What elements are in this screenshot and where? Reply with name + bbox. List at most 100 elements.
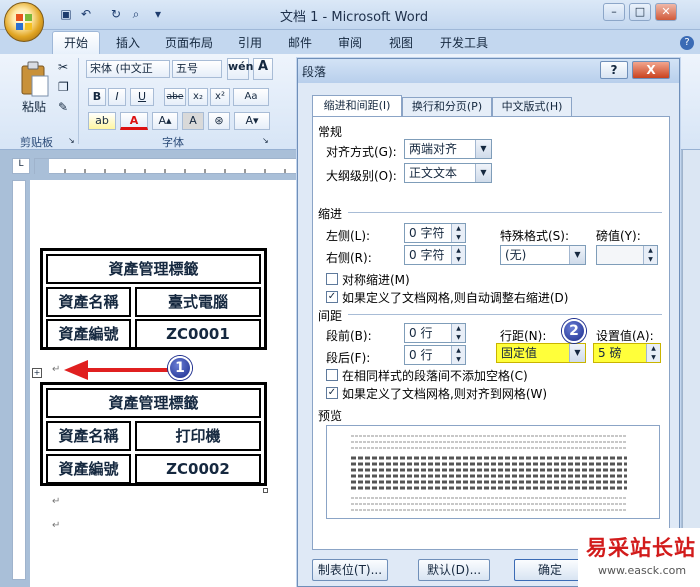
general-section-label: 常规 — [318, 125, 343, 139]
tab-line-page-breaks[interactable]: 换行和分页(P) — [402, 97, 492, 117]
spinner-arrows-icon[interactable]: ▲ ▼ — [643, 246, 657, 264]
clipboard-group-label: 剪贴板 — [20, 136, 53, 149]
tab-indent-spacing[interactable]: 缩进和间距(I) — [312, 95, 402, 117]
undo-icon[interactable]: ↶ — [78, 6, 94, 22]
snap-to-grid-checkbox[interactable]: ✓ — [326, 387, 338, 399]
font-name-combo[interactable]: 宋体 (中文正 — [86, 60, 170, 78]
bold-button[interactable]: B — [88, 88, 106, 106]
right-indent-spinner[interactable]: 0 字符 ▲ ▼ — [404, 245, 466, 265]
ok-button[interactable]: 确定 — [514, 559, 586, 581]
cut-icon[interactable]: ✂ — [58, 60, 68, 74]
paste-label[interactable]: 粘贴 — [22, 98, 46, 115]
tab-asian-typography[interactable]: 中文版式(H) — [492, 97, 572, 117]
strikethrough-button[interactable]: abe — [164, 88, 186, 106]
space-before-spinner[interactable]: 0 行 ▲ ▼ — [404, 323, 466, 343]
subscript-button[interactable]: x₂ — [188, 88, 208, 106]
paste-icon[interactable] — [18, 60, 52, 100]
table-title-cell[interactable]: 資產管理標籤 — [46, 254, 261, 284]
change-case-button[interactable]: Aa — [233, 88, 269, 106]
office-logo-icon — [16, 14, 32, 30]
redo-icon[interactable]: ↻ — [108, 6, 124, 22]
character-shading-icon[interactable]: A — [182, 112, 204, 130]
highlight-icon[interactable]: ab — [88, 112, 116, 130]
indent-section-label: 缩进 — [318, 207, 343, 221]
table-cell[interactable]: ZC0001 — [135, 319, 261, 349]
spinner-arrows-icon[interactable]: ▲ ▼ — [451, 224, 465, 242]
tab-references[interactable]: 引用 — [238, 34, 262, 51]
table-resize-handle[interactable] — [263, 488, 268, 493]
tab-developer[interactable]: 开发工具 — [440, 34, 488, 51]
line-spacing-at-spinner[interactable]: 5 磅 ▲ ▼ — [593, 343, 661, 363]
save-icon[interactable]: ▣ — [58, 6, 74, 22]
help-icon[interactable]: ? — [680, 36, 694, 50]
font-size-combo[interactable]: 五号 — [172, 60, 222, 78]
tab-home[interactable]: 开始 — [52, 31, 100, 55]
enclose-characters-icon[interactable]: ⊛ — [208, 112, 230, 130]
minimize-button[interactable]: – — [603, 3, 625, 21]
font-launcher-icon[interactable]: ↘ — [262, 136, 269, 145]
tab-selector-icon[interactable]: L — [12, 158, 30, 174]
spinner-arrows-icon[interactable]: ▲ ▼ — [451, 346, 465, 364]
underline-button[interactable]: U — [130, 88, 154, 106]
table-cell[interactable]: 資產編號 — [46, 454, 131, 484]
outline-level-select[interactable]: 正文文本 ▼ — [404, 163, 492, 183]
office-button[interactable] — [4, 2, 44, 42]
special-indent-select[interactable]: (无) ▼ — [500, 245, 586, 265]
phonetic-guide-icon[interactable]: wén — [227, 58, 253, 80]
customize-qat-icon[interactable]: ▾ — [150, 6, 166, 22]
dropdown-arrow-icon[interactable]: ▼ — [569, 246, 585, 264]
tab-page-layout[interactable]: 页面布局 — [165, 34, 213, 51]
italic-button[interactable]: I — [108, 88, 126, 106]
indent-by-spinner[interactable]: ▲ ▼ — [596, 245, 658, 265]
auto-adjust-indent-checkbox[interactable]: ✓ — [326, 291, 338, 303]
shrink-font-icon[interactable]: A▾ — [234, 112, 270, 130]
dropdown-arrow-icon[interactable]: ▼ — [475, 164, 491, 182]
spinner-arrows-icon[interactable]: ▲ ▼ — [451, 246, 465, 264]
space-after-spinner[interactable]: 0 行 ▲ ▼ — [404, 345, 466, 365]
vertical-scrollbar[interactable] — [682, 150, 700, 587]
spinner-arrows-icon[interactable]: ▲ ▼ — [646, 344, 660, 362]
maximize-button[interactable]: □ — [629, 3, 651, 21]
left-indent-spinner[interactable]: 0 字符 ▲ ▼ — [404, 223, 466, 243]
no-space-same-style-checkbox[interactable] — [326, 369, 338, 381]
dialog-help-button[interactable]: ? — [600, 61, 628, 79]
dropdown-arrow-icon[interactable]: ▼ — [569, 344, 585, 362]
line-spacing-select[interactable]: 固定值 ▼ — [496, 343, 586, 363]
tab-insert[interactable]: 插入 — [116, 34, 140, 51]
tabs-button[interactable]: 制表位(T)... — [312, 559, 388, 581]
tab-view[interactable]: 视图 — [389, 34, 413, 51]
character-border-icon[interactable]: A — [253, 58, 273, 80]
tab-mailings[interactable]: 邮件 — [288, 34, 312, 51]
superscript-button[interactable]: x² — [210, 88, 230, 106]
dialog-close-button[interactable]: X — [632, 61, 670, 79]
special-indent-label: 特殊格式(S): — [500, 229, 570, 243]
vertical-ruler[interactable] — [12, 180, 26, 580]
tab-review[interactable]: 审阅 — [338, 34, 362, 51]
line-spacing-value: 固定值 — [501, 346, 538, 360]
table-move-handle-icon[interactable]: + — [32, 368, 42, 378]
dropdown-arrow-icon[interactable]: ▼ — [475, 140, 491, 158]
copy-icon[interactable]: ❐ — [58, 80, 69, 94]
section-divider — [348, 212, 662, 213]
format-painter-icon[interactable]: ✎ — [58, 100, 68, 114]
default-button[interactable]: 默认(D)... — [418, 559, 490, 581]
table-cell[interactable]: 資產名稱 — [46, 421, 131, 451]
table-cell[interactable]: 臺式電腦 — [135, 287, 261, 317]
ribbon-tabs: 开始 插入 页面布局 引用 邮件 审阅 视图 开发工具 ? — [0, 30, 700, 55]
table-cell[interactable]: 資產名稱 — [46, 287, 131, 317]
table-title-cell[interactable]: 資產管理標籤 — [46, 388, 261, 418]
paragraph-dialog: 段落 ? X 缩进和间距(I) 换行和分页(P) 中文版式(H) 常规 对齐方式… — [297, 58, 680, 587]
close-window-button[interactable]: ✕ — [655, 3, 677, 21]
horizontal-ruler[interactable] — [34, 158, 304, 175]
font-color-icon[interactable]: A — [120, 112, 148, 130]
mirror-indents-checkbox[interactable] — [326, 273, 338, 285]
table-cell[interactable]: 打印機 — [135, 421, 261, 451]
print-preview-icon[interactable]: ⌕ — [128, 6, 144, 22]
grow-font-icon[interactable]: A▴ — [152, 112, 178, 130]
preview-section-label: 预览 — [318, 409, 343, 423]
table-cell[interactable]: 資產編號 — [46, 319, 131, 349]
alignment-select[interactable]: 两端对齐 ▼ — [404, 139, 492, 159]
clipboard-launcher-icon[interactable]: ↘ — [68, 136, 75, 145]
table-cell[interactable]: ZC0002 — [135, 454, 261, 484]
spinner-arrows-icon[interactable]: ▲ ▼ — [451, 324, 465, 342]
